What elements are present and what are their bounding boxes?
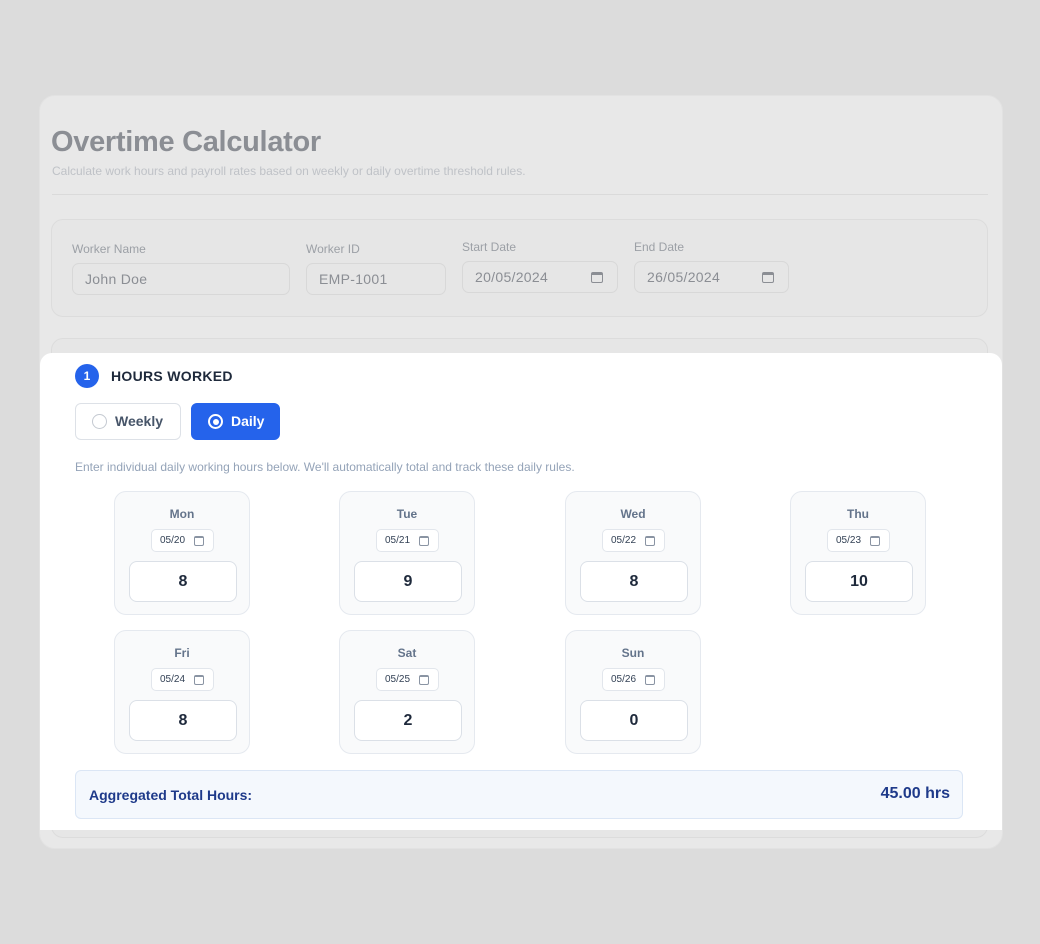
day-date-picker[interactable]: 05/21 [376, 529, 439, 552]
day-date: 05/22 [611, 535, 637, 546]
daily-mode-label: Daily [231, 413, 265, 429]
day-date: 05/21 [385, 535, 411, 546]
calendar-icon [419, 675, 429, 685]
page-subtitle: Calculate work hours and payroll rates b… [52, 164, 526, 178]
weekly-mode-button[interactable]: Weekly [75, 403, 181, 440]
worker-name-input[interactable]: John Doe [72, 263, 290, 295]
calendar-icon[interactable] [591, 272, 603, 283]
title-divider [52, 194, 988, 195]
total-hours-bar: Aggregated Total Hours: 45.00 hrs [75, 770, 963, 819]
day-name: Tue [396, 507, 418, 521]
end-date-label: End Date [634, 240, 685, 254]
day-date: 05/24 [160, 674, 186, 685]
radio-unchecked-icon [92, 414, 107, 429]
day-name: Sat [397, 646, 417, 660]
day-date-picker[interactable]: 05/20 [151, 529, 214, 552]
day-card-mon: Mon 05/20 8 [114, 491, 250, 615]
end-date-value: 26/05/2024 [647, 269, 721, 285]
weekly-mode-label: Weekly [115, 413, 163, 429]
day-name: Fri [174, 646, 190, 660]
day-date: 05/26 [611, 674, 637, 685]
day-hours-input[interactable]: 9 [354, 561, 462, 602]
worker-name-label: Worker Name [72, 242, 146, 256]
total-hours-value: 45.00 hrs [880, 785, 950, 802]
day-name: Mon [169, 507, 195, 521]
hours-hint: Enter individual daily working hours bel… [75, 460, 575, 474]
day-hours-input[interactable]: 8 [129, 561, 237, 602]
total-hours-label: Aggregated Total Hours: [89, 787, 253, 803]
daily-mode-button[interactable]: Daily [191, 403, 280, 440]
start-date-value: 20/05/2024 [475, 269, 549, 285]
day-date: 05/23 [836, 535, 862, 546]
day-date-picker[interactable]: 05/25 [376, 668, 439, 691]
day-date-picker[interactable]: 05/24 [151, 668, 214, 691]
calendar-icon [870, 536, 880, 546]
calendar-icon [645, 536, 655, 546]
day-card-thu: Thu 05/23 10 [790, 491, 926, 615]
radio-checked-icon [208, 414, 223, 429]
calendar-icon [194, 675, 204, 685]
calendar-icon[interactable] [762, 272, 774, 283]
day-name: Sun [621, 646, 645, 660]
day-card-fri: Fri 05/24 8 [114, 630, 250, 754]
day-hours-input[interactable]: 8 [580, 561, 688, 602]
day-name: Wed [620, 507, 646, 521]
day-hours-input[interactable]: 0 [580, 700, 688, 741]
step-badge: 1 [75, 364, 99, 388]
day-hours-input[interactable]: 8 [129, 700, 237, 741]
section-title: HOURS WORKED [111, 368, 233, 384]
day-name: Thu [847, 507, 869, 521]
calendar-icon [194, 536, 204, 546]
day-hours-input[interactable]: 10 [805, 561, 913, 602]
day-card-sat: Sat 05/25 2 [339, 630, 475, 754]
start-date-input[interactable]: 20/05/2024 [462, 261, 618, 293]
worker-id-input[interactable]: EMP-1001 [306, 263, 446, 295]
day-date: 05/20 [160, 535, 186, 546]
day-card-wed: Wed 05/22 8 [565, 491, 701, 615]
day-date-picker[interactable]: 05/23 [827, 529, 890, 552]
day-date-picker[interactable]: 05/22 [602, 529, 665, 552]
day-date: 05/25 [385, 674, 411, 685]
calendar-icon [419, 536, 429, 546]
day-date-picker[interactable]: 05/26 [602, 668, 665, 691]
day-hours-input[interactable]: 2 [354, 700, 462, 741]
start-date-label: Start Date [462, 240, 517, 254]
page-title: Overtime Calculator [51, 126, 321, 158]
calendar-icon [645, 675, 655, 685]
day-card-tue: Tue 05/21 9 [339, 491, 475, 615]
worker-id-label: Worker ID [306, 242, 360, 256]
day-card-sun: Sun 05/26 0 [565, 630, 701, 754]
end-date-input[interactable]: 26/05/2024 [634, 261, 789, 293]
